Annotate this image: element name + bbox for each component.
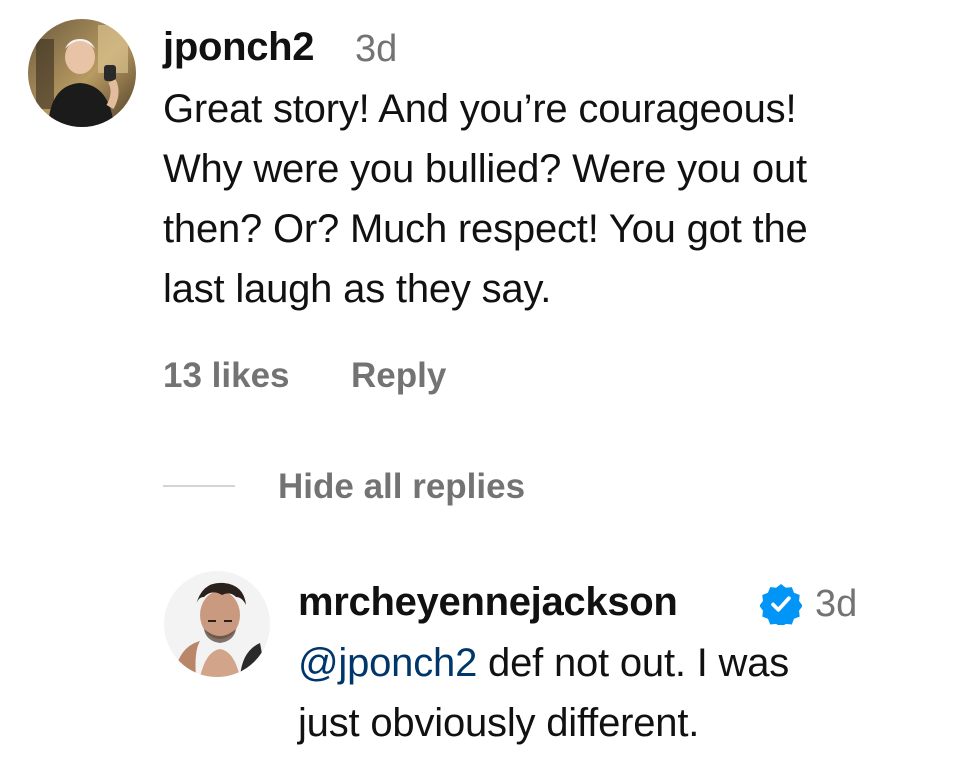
comment-timestamp[interactable]: 3d [355, 25, 397, 73]
replies-divider [163, 485, 235, 487]
comment-line-3: then? Or? Much respect! You got the [163, 207, 808, 251]
reply-line-1: @jponch2 def not out. I was [298, 634, 789, 693]
comment-line-2: Why were you bullied? Were you out [163, 147, 807, 191]
reply-button[interactable]: Reply [351, 354, 446, 398]
mention-link[interactable]: @jponch2 [298, 641, 477, 685]
reply-line-2: just obviously different. [298, 701, 700, 745]
hide-replies-button[interactable]: Hide all replies [278, 465, 525, 509]
replier-avatar[interactable] [164, 571, 270, 677]
commenter-username[interactable]: jponch2 [163, 23, 315, 71]
reply-text-part: def not out. I was [477, 641, 790, 685]
commenter-avatar-photo [28, 19, 136, 127]
replier-avatar-photo [164, 571, 270, 677]
reply-timestamp[interactable]: 3d [815, 580, 857, 628]
commenter-avatar[interactable] [28, 19, 136, 127]
replier-username[interactable]: mrcheyennejackson [298, 578, 678, 626]
comment-line-4: last laugh as they say. [163, 267, 552, 311]
likes-count[interactable]: 13 likes [163, 354, 290, 398]
comment-line-1: Great story! And you’re courageous! [163, 87, 797, 131]
verified-badge-icon [760, 584, 802, 625]
